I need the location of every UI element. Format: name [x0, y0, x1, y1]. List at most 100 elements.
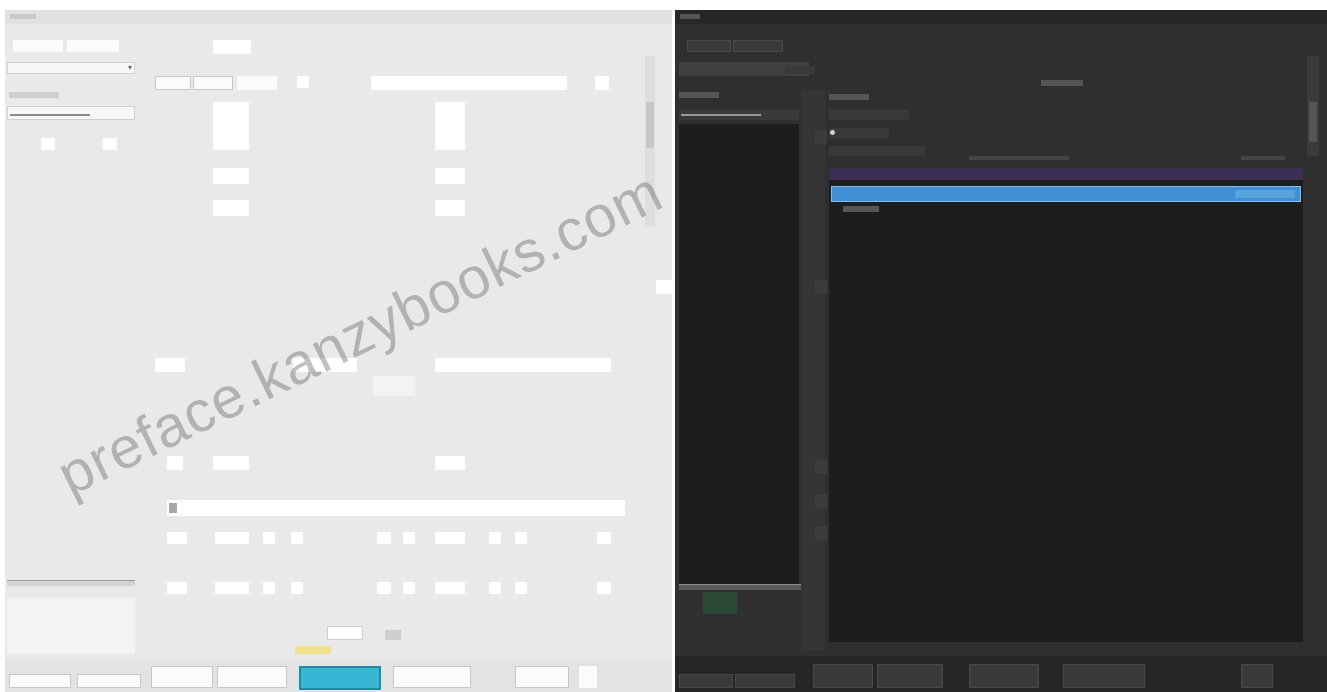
- light-cell-16[interactable]: [403, 582, 415, 594]
- light-cell-6[interactable]: [403, 532, 415, 544]
- dark-gutter-mark-5: [815, 526, 827, 540]
- light-scrollbar-thumb[interactable]: [646, 102, 654, 148]
- light-cell-7[interactable]: [435, 532, 465, 544]
- dark-list-row-selected[interactable]: [831, 186, 1301, 202]
- light-subtab-2[interactable]: [193, 76, 233, 90]
- light-lower-c: [435, 456, 465, 470]
- light-block-col2-c: [435, 200, 465, 216]
- radio-icon[interactable]: [830, 130, 835, 135]
- dark-title-text: [680, 14, 700, 19]
- light-splitter[interactable]: [7, 580, 135, 586]
- light-cell-18[interactable]: [489, 582, 501, 594]
- light-header-button[interactable]: [595, 76, 609, 90]
- light-cell-2[interactable]: [215, 532, 249, 544]
- light-cell-19[interactable]: [515, 582, 527, 594]
- dark-default-button[interactable]: [969, 664, 1039, 688]
- light-block-col1-b: [213, 168, 249, 184]
- light-input-underline: [10, 114, 90, 116]
- light-bottom-btn-4[interactable]: [217, 666, 287, 688]
- light-cell-11[interactable]: [167, 582, 187, 594]
- light-combo-box[interactable]: ▾: [7, 62, 135, 74]
- dark-scrollbar-thumb[interactable]: [1309, 102, 1317, 142]
- dark-option-1[interactable]: [829, 110, 909, 120]
- dark-bottom-btn-2[interactable]: [735, 674, 795, 688]
- dark-left-list[interactable]: [679, 124, 799, 590]
- light-bottom-btn-6[interactable]: [393, 666, 471, 688]
- light-option-b[interactable]: [103, 138, 117, 150]
- dark-list-header: [829, 168, 1303, 180]
- light-cell-3[interactable]: [263, 532, 275, 544]
- light-cell-4[interactable]: [291, 532, 303, 544]
- light-header-field: [371, 76, 567, 90]
- dark-splitter[interactable]: [679, 584, 813, 590]
- dark-list-row-2[interactable]: [843, 206, 879, 212]
- dark-gutter-mark-2: [815, 280, 827, 294]
- dark-tab-1[interactable]: [687, 40, 731, 52]
- light-bottom-btn-7[interactable]: [515, 666, 569, 688]
- dark-gutter-mark-1: [815, 130, 827, 144]
- dark-main-list[interactable]: [829, 180, 1303, 642]
- light-block-col1-c: [213, 200, 249, 216]
- dark-option-2[interactable]: [829, 128, 889, 138]
- light-lower-b: [213, 456, 249, 470]
- dark-header-line-2: [1241, 156, 1285, 160]
- light-tab-3[interactable]: [213, 40, 251, 54]
- dark-bottom-btn-4[interactable]: [877, 664, 943, 688]
- light-cell-20[interactable]: [597, 582, 611, 594]
- light-bottom-btn-2[interactable]: [77, 674, 141, 688]
- light-cell-12[interactable]: [215, 582, 249, 594]
- dark-tab-2[interactable]: [733, 40, 783, 52]
- light-mid-field-2[interactable]: [293, 358, 357, 372]
- light-cell-14[interactable]: [291, 582, 303, 594]
- light-mid-note: [373, 376, 415, 396]
- light-cell-10[interactable]: [597, 532, 611, 544]
- light-bottom-list[interactable]: [7, 598, 135, 654]
- light-cell-5[interactable]: [377, 532, 391, 544]
- light-bottom-btn-3[interactable]: [151, 666, 213, 688]
- light-cell-1[interactable]: [167, 532, 187, 544]
- light-wide-input-icon: [169, 503, 177, 513]
- light-title-bar: [5, 10, 672, 24]
- dark-bottom-btn-1[interactable]: [679, 674, 733, 688]
- dark-input-underline: [681, 114, 761, 116]
- light-mid-field-3[interactable]: [435, 358, 611, 372]
- light-cell-13[interactable]: [263, 582, 275, 594]
- light-yellow-marker: [295, 646, 331, 654]
- light-subtab-icon[interactable]: [297, 76, 309, 88]
- dark-gutter-mark-4: [815, 494, 827, 508]
- light-tab-1[interactable]: [13, 40, 63, 52]
- dark-field-label: [679, 92, 719, 98]
- light-side-button[interactable]: [656, 280, 672, 294]
- dark-title-bar: [675, 10, 1327, 24]
- dark-header-label: [1041, 80, 1083, 86]
- light-cell-17[interactable]: [435, 582, 465, 594]
- light-theme-window: ▾: [5, 10, 672, 692]
- light-block-col2-b: [435, 168, 465, 184]
- light-option-a[interactable]: [41, 138, 55, 150]
- light-bottom-btn-1[interactable]: [9, 674, 71, 688]
- dark-option-3[interactable]: [829, 146, 925, 156]
- dark-bottom-btn-6[interactable]: [1063, 664, 1145, 688]
- light-lower-a: [167, 456, 183, 470]
- light-cell-15[interactable]: [377, 582, 391, 594]
- light-wide-input[interactable]: [167, 500, 625, 516]
- dark-theme-window: [675, 10, 1327, 692]
- light-bottom-btn-8[interactable]: [579, 666, 597, 688]
- light-subtab-3[interactable]: [237, 76, 277, 90]
- light-field-label: [9, 92, 59, 98]
- dark-group-label: [829, 94, 869, 100]
- light-text-input[interactable]: [7, 106, 135, 120]
- dark-list-row-selected-value: [1235, 190, 1295, 198]
- light-cell-9[interactable]: [515, 532, 527, 544]
- light-tab-2[interactable]: [67, 40, 119, 52]
- light-default-button[interactable]: [299, 666, 381, 690]
- light-cell-8[interactable]: [489, 532, 501, 544]
- light-mid-field-1[interactable]: [155, 358, 185, 372]
- light-subtab-1[interactable]: [155, 76, 191, 90]
- light-title-text: [10, 14, 36, 19]
- light-small-input[interactable]: [327, 626, 363, 640]
- dark-gutter: [801, 90, 825, 650]
- dark-bottom-btn-3[interactable]: [813, 664, 873, 688]
- dark-bottom-btn-7[interactable]: [1241, 664, 1273, 688]
- checkbox-icon[interactable]: [385, 630, 401, 640]
